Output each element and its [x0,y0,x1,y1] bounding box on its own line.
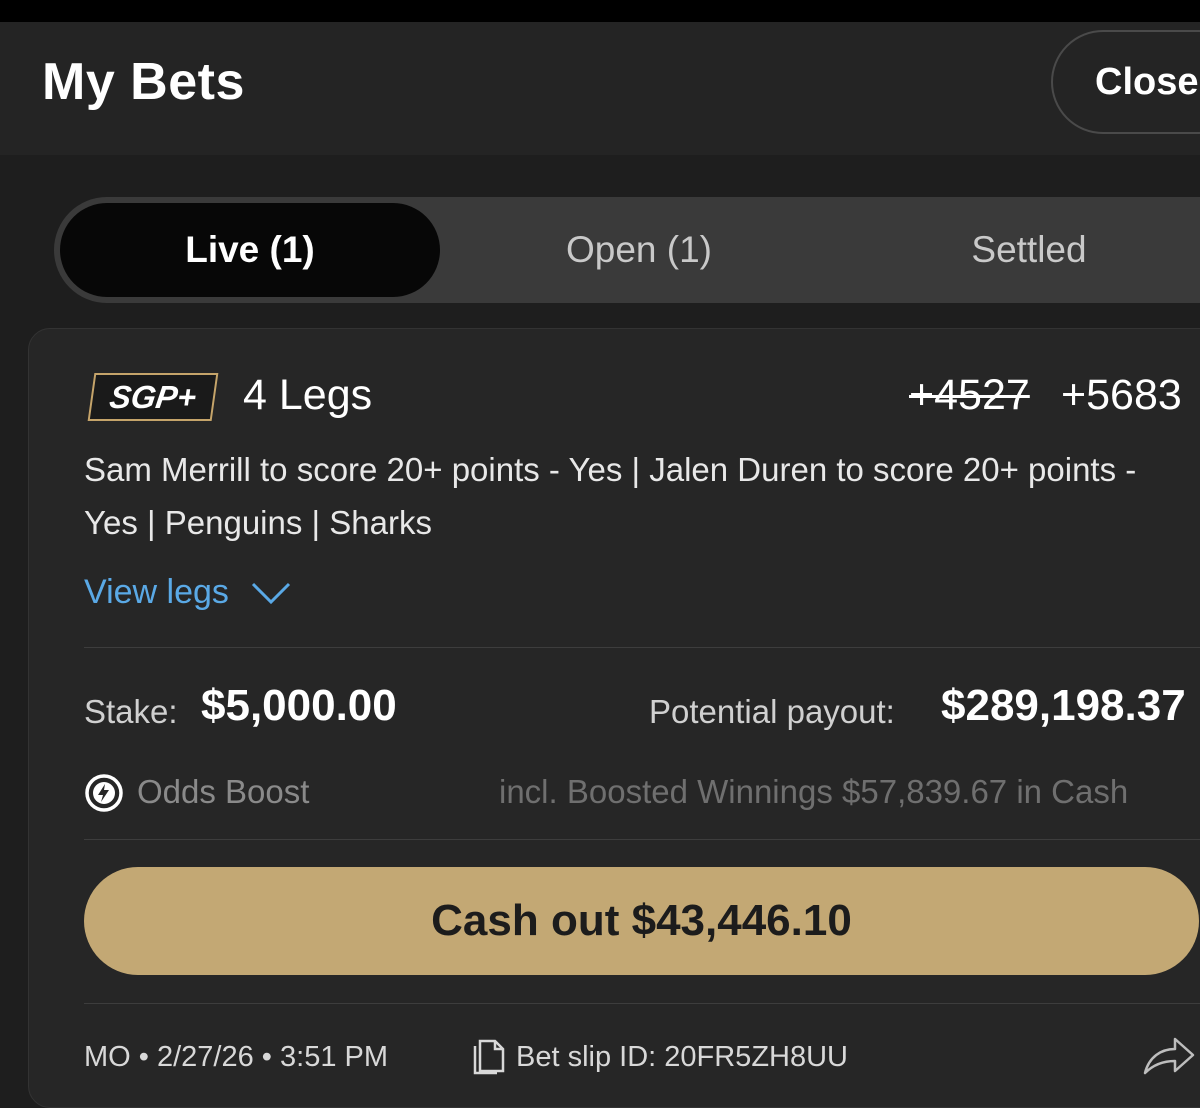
divider [84,839,1200,840]
divider [84,1003,1200,1004]
view-legs-link[interactable]: View legs [84,573,291,612]
stake-value: $5,000.00 [201,681,397,730]
legs-description: Sam Merrill to score 20+ points - Yes | … [84,451,1137,541]
bet-tabs: Live (1) Open (1) Settled [54,197,1200,303]
share-icon[interactable] [1139,1029,1199,1079]
tab-settled[interactable]: Settled [874,197,1184,303]
payout-label: Potential payout: [649,693,895,730]
boosted-odds: +5683 [1061,371,1182,419]
close-button[interactable]: Close [1051,30,1200,134]
tab-live[interactable]: Live (1) [60,203,440,297]
stake-label: Stake: [84,693,178,730]
tab-open[interactable]: Open (1) [484,197,794,303]
chevron-down-icon [251,582,290,604]
header: My Bets Close [0,22,1200,155]
divider [84,647,1200,648]
bet-card: SGP+ 4 Legs +4527 +5683 Sam Merrill to s… [28,328,1200,1108]
legs-count: 4 Legs [243,371,373,419]
cash-out-button[interactable]: Cash out $43,446.10 [84,867,1199,975]
document-icon[interactable] [471,1035,507,1075]
original-odds: +4527 [909,371,1030,419]
payout-value: $289,198.37 [941,681,1186,730]
bets-panel: Live (1) Open (1) Settled SGP+ 4 Legs +4… [0,155,1200,1108]
sgp-plus-badge: SGP+ [87,373,219,421]
bet-meta-info: MO • 2/27/26 • 3:51 PM [84,1041,389,1073]
boosted-winnings: incl. Boosted Winnings $57,839.67 in Cas… [499,773,1129,810]
view-legs-label: View legs [84,573,229,611]
lightning-icon [85,774,123,812]
page-title: My Bets [42,53,245,111]
status-bar-strip [0,0,1200,22]
bet-slip-id[interactable]: Bet slip ID: 20FR5ZH8UU [516,1041,848,1074]
odds-boost-label: Odds Boost [137,773,310,810]
